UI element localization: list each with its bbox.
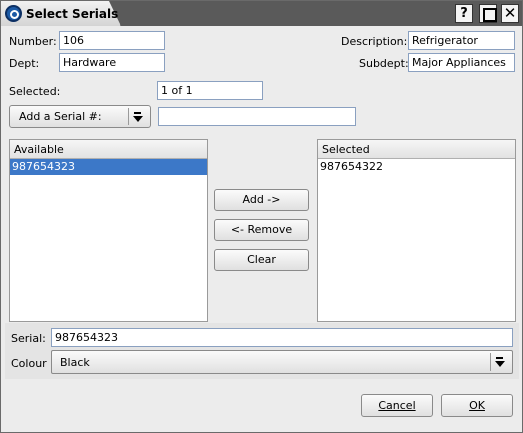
window-title: Select Serials: [26, 7, 119, 21]
dept-field[interactable]: Hardware: [59, 53, 165, 72]
maximize-button[interactable]: [479, 4, 497, 23]
colour-select[interactable]: Black: [51, 350, 513, 374]
subdept-label: Subdept:: [359, 57, 409, 70]
add-serial-dropdown-label: Add a Serial #:: [19, 110, 102, 123]
available-list[interactable]: Available 987654323: [9, 139, 208, 322]
add-button[interactable]: Add ->: [214, 189, 309, 211]
colour-label: Colour: [11, 357, 47, 370]
number-field[interactable]: 106: [59, 31, 165, 50]
app-icon: [5, 5, 22, 22]
cancel-button[interactable]: Cancel: [361, 394, 433, 417]
chevron-down-icon: [128, 108, 146, 125]
selected-label: Selected:: [9, 85, 61, 98]
remove-button[interactable]: <- Remove: [214, 219, 309, 241]
add-serial-dropdown[interactable]: Add a Serial #:: [9, 105, 151, 128]
serial-label: Serial:: [11, 332, 46, 345]
subdept-field[interactable]: Major Appliances: [408, 53, 515, 72]
list-item[interactable]: 987654322: [318, 159, 515, 175]
add-serial-input[interactable]: [158, 107, 356, 126]
dept-label: Dept:: [9, 57, 40, 70]
chevron-down-icon: [490, 353, 508, 371]
clear-button[interactable]: Clear: [214, 249, 309, 271]
close-button[interactable]: ✕: [501, 4, 519, 23]
selected-list[interactable]: Selected 987654322: [317, 139, 516, 322]
serial-field[interactable]: 987654323: [51, 328, 513, 347]
list-item[interactable]: 987654323: [10, 159, 207, 175]
selected-count-field: 1 of 1: [157, 81, 263, 100]
selected-list-header: Selected: [318, 140, 515, 159]
help-button[interactable]: ?: [455, 4, 473, 23]
number-label: Number:: [9, 35, 57, 48]
title-bar: Select Serials ? ✕: [1, 1, 522, 26]
available-list-header: Available: [10, 140, 207, 159]
ok-button[interactable]: OK: [441, 394, 513, 417]
description-field[interactable]: Refrigerator: [408, 31, 515, 50]
description-label: Description:: [341, 35, 408, 48]
select-serials-dialog: Select Serials ? ✕ Number: 106 Dept: Har…: [0, 0, 523, 433]
colour-select-value: Black: [60, 356, 90, 369]
